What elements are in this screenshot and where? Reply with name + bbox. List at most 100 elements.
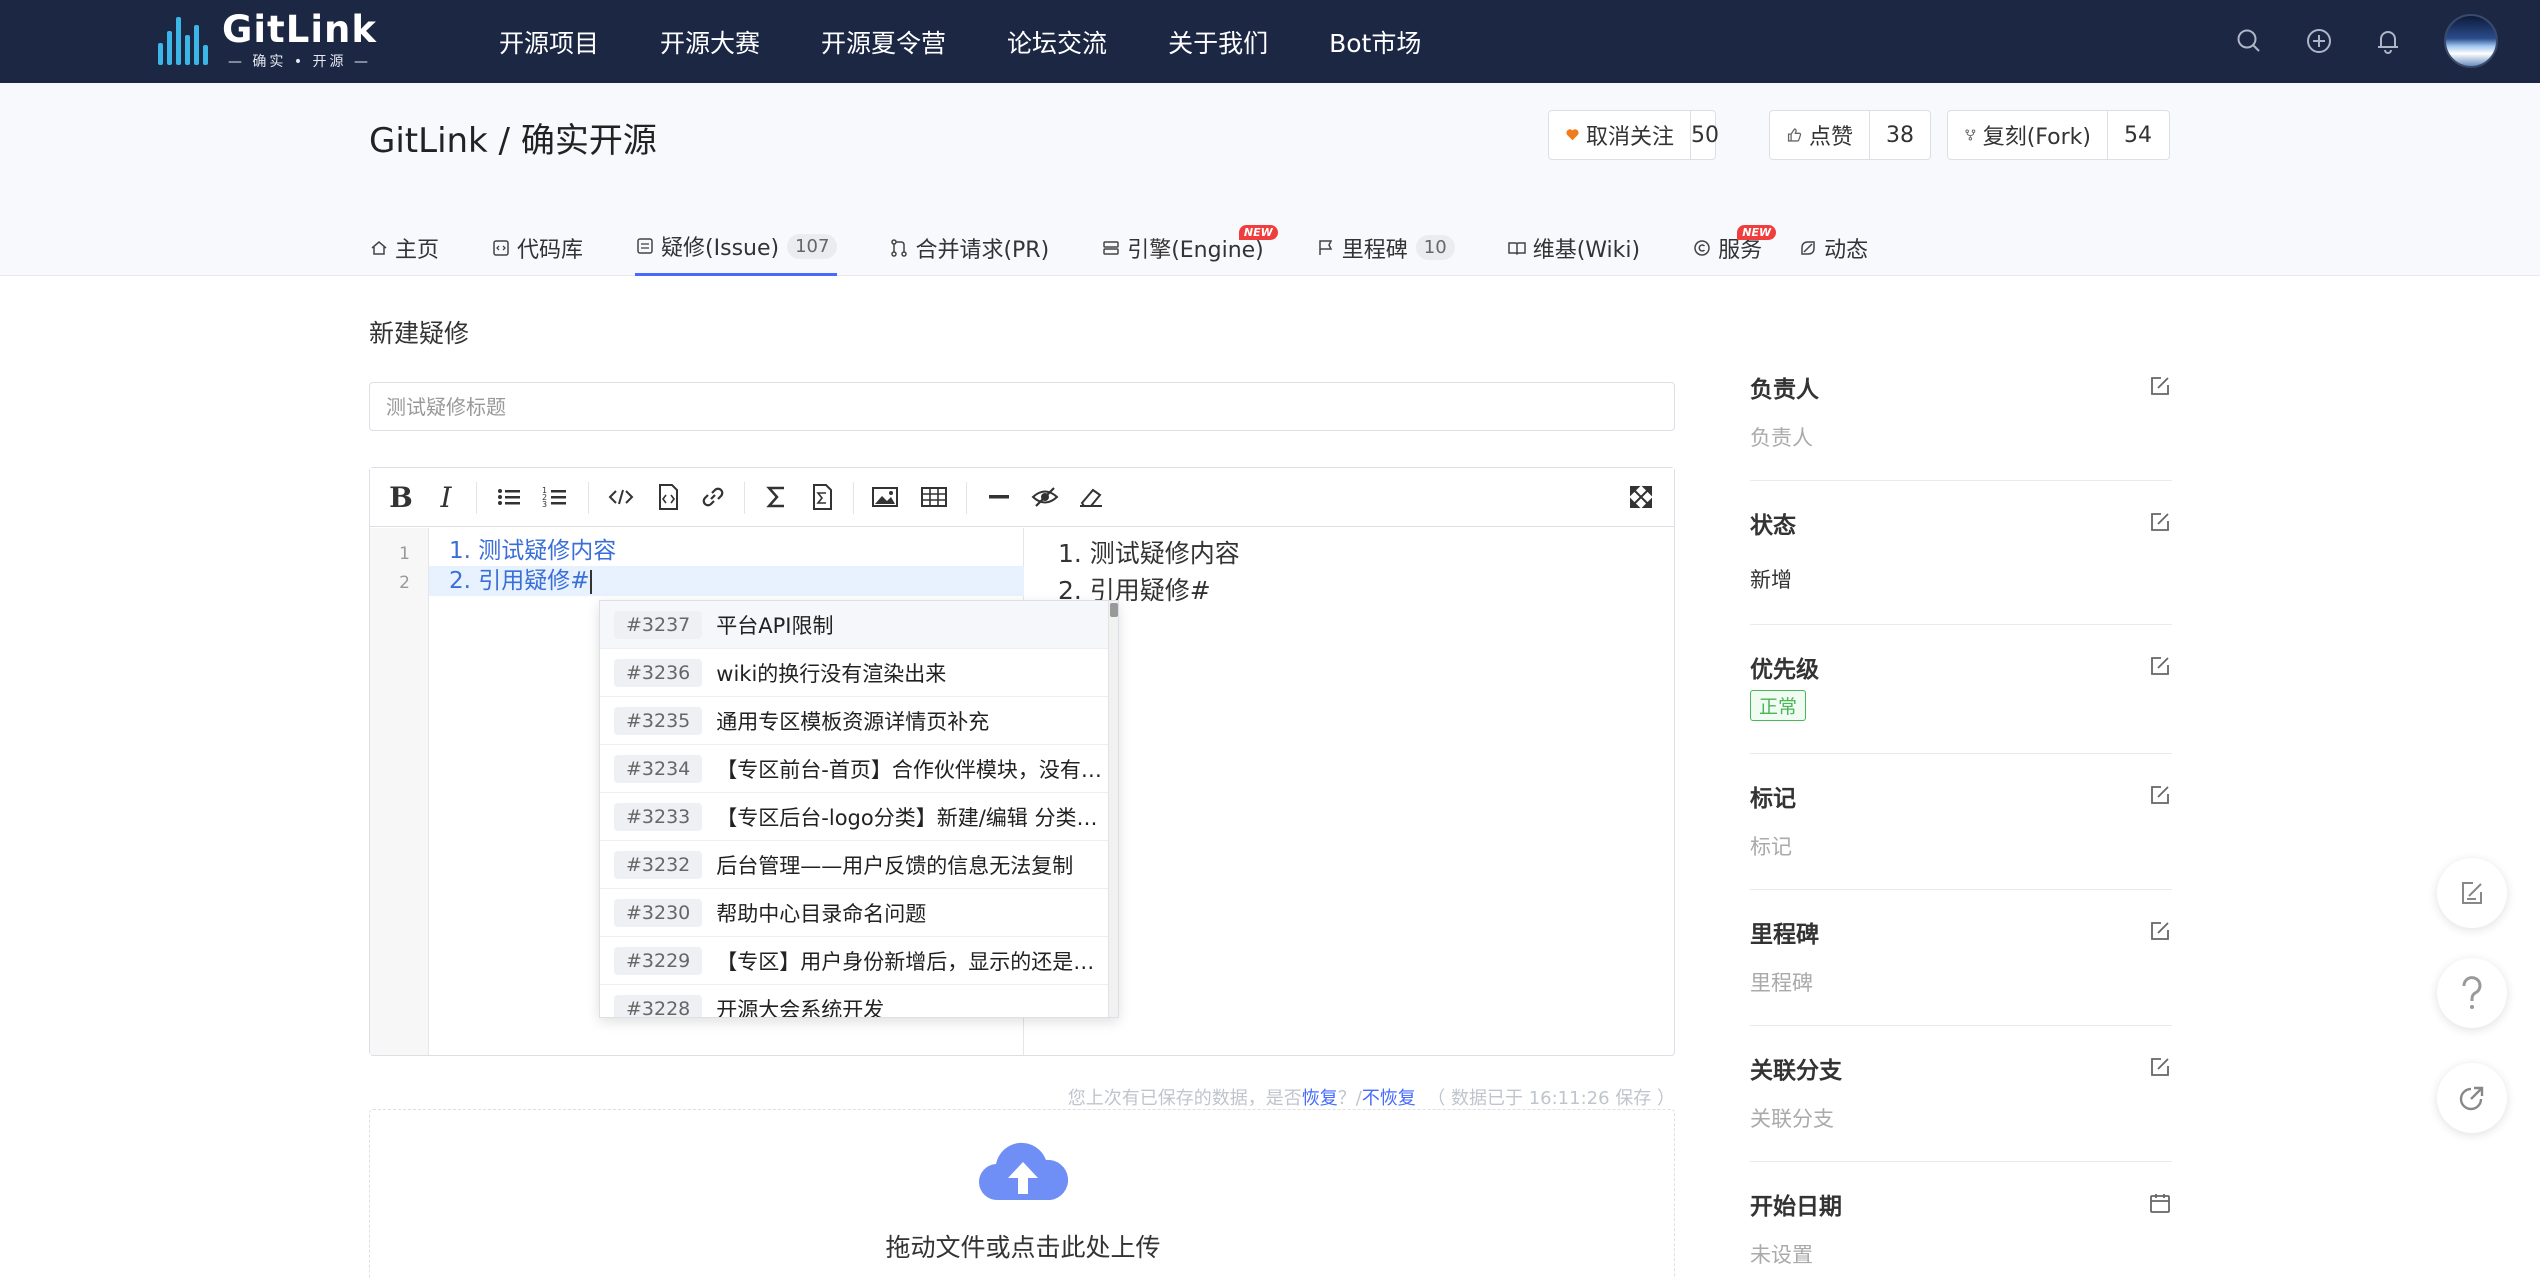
suggestion-item[interactable]: #3236 wiki的换行没有渲染出来 <box>600 649 1110 697</box>
edit-icon[interactable] <box>2148 783 2172 807</box>
suggestion-item[interactable]: #3230 帮助中心目录命名问题 <box>600 889 1110 937</box>
edit-icon[interactable] <box>2148 654 2172 678</box>
issue-title-input[interactable] <box>369 382 1675 431</box>
editor-toolbar: B I 123 <box>370 468 1674 527</box>
heart-icon <box>1566 129 1579 141</box>
tab-label: 疑修(Issue) <box>661 236 780 261</box>
ordered-list-icon[interactable]: 123 <box>540 482 570 512</box>
label-section: 标记 标记 <box>1750 779 2172 890</box>
feedback-icon <box>2462 882 2482 904</box>
suggestion-item[interactable]: #3232 后台管理——用户反馈的信息无法复制 <box>600 841 1110 889</box>
italic-button[interactable]: I <box>431 481 461 514</box>
feedback-button[interactable] <box>2437 858 2507 928</box>
draft-restore-notice: 您上次有已保存的数据，是否恢复？/不恢复 （ 数据已于 16:11:26 保存 … <box>1067 1088 1675 1109</box>
search-icon[interactable] <box>2234 26 2264 56</box>
eraser-icon[interactable] <box>1076 482 1106 512</box>
suggestion-item[interactable]: #3235 通用专区模板资源详情页补充 <box>600 697 1110 745</box>
tab-label: 维基(Wiki) <box>1532 237 1641 263</box>
tab-home[interactable]: 主页 <box>369 219 439 276</box>
thumbs-up-icon <box>1787 128 1802 142</box>
tab-activity[interactable]: 动态 <box>1798 219 1868 276</box>
assignee-label: 负责人 <box>1750 377 1819 403</box>
edit-icon[interactable] <box>2148 1055 2172 1079</box>
edit-icon[interactable] <box>2148 919 2172 943</box>
preview-line: 1. 测试疑修内容 <box>1058 539 1240 568</box>
unwatch-button[interactable]: 取消关注 <box>1549 111 1691 159</box>
calendar-icon[interactable] <box>2148 1191 2172 1215</box>
bell-icon[interactable] <box>2373 26 2403 56</box>
bold-button[interactable]: B <box>386 481 416 514</box>
tab-code[interactable]: 代码库 <box>491 219 583 276</box>
tab-services[interactable]: 服务 NEW <box>1692 219 1777 276</box>
fork-label: 复刻(Fork) <box>1982 125 2091 150</box>
like-count[interactable]: 38 <box>1870 111 1930 159</box>
like-label: 点赞 <box>1808 125 1853 150</box>
start-date-label: 开始日期 <box>1750 1194 1842 1220</box>
like-button[interactable]: 点赞 <box>1770 111 1870 159</box>
page-title: 新建疑修 <box>369 319 470 348</box>
tab-issues[interactable]: 疑修(Issue) 107 <box>635 219 838 276</box>
code-icon <box>493 239 509 256</box>
issue-suggestion-dropdown: #3237 平台API限制 #3236 wiki的换行没有渲染出来 #3235 通用专… <box>599 600 1119 1018</box>
nav-item-bot-market[interactable]: Bot市场 <box>1329 24 1421 60</box>
restore-draft-link[interactable]: 恢复 <box>1302 1088 1338 1109</box>
suggestion-item[interactable]: #3234 【专区前台-首页】合作伙伴模块，没有logo… <box>600 745 1110 793</box>
edit-icon[interactable] <box>2148 374 2172 398</box>
like-group: 点赞 38 <box>1769 110 1931 160</box>
fork-count[interactable]: 54 <box>2108 111 2168 159</box>
link-icon[interactable] <box>698 482 728 512</box>
flag-icon <box>1319 239 1332 255</box>
bullet-list-icon[interactable] <box>494 482 524 512</box>
dropdown-scrollbar[interactable] <box>1108 601 1118 1017</box>
tab-wiki[interactable]: 维基(Wiki) <box>1507 219 1640 276</box>
discard-draft-link[interactable]: 不恢复 <box>1362 1088 1416 1109</box>
branch-value: 关联分支 <box>1750 1107 1834 1131</box>
file-upload-area[interactable]: 拖动文件或点击此处上传 <box>369 1109 1675 1278</box>
new-badge: NEW <box>1238 225 1278 240</box>
code-line[interactable]: 1. 测试疑修内容 <box>429 536 1024 566</box>
code-block-icon[interactable] <box>653 482 683 512</box>
horizontal-rule-icon[interactable] <box>984 482 1014 512</box>
unwatch-label: 取消关注 <box>1585 125 1674 150</box>
help-button[interactable] <box>2437 958 2507 1028</box>
plus-circle-icon[interactable] <box>2304 26 2334 56</box>
hide-preview-icon[interactable] <box>1030 482 1060 512</box>
formula-icon[interactable] <box>762 482 792 512</box>
nav-item-competitions[interactable]: 开源大赛 <box>660 24 760 60</box>
tab-milestones[interactable]: 里程碑 10 <box>1316 219 1455 276</box>
gitlink-logo[interactable]: GitLink — 确实 • 开源 — <box>158 11 377 70</box>
code-line-active[interactable]: 2. 引用疑修# <box>429 566 1024 596</box>
cloud-upload-icon <box>978 1142 1068 1201</box>
tab-count: 10 <box>1415 235 1455 260</box>
activity-icon <box>1801 240 1815 255</box>
watch-count[interactable]: 50 <box>1691 111 1719 159</box>
nav-item-forum[interactable]: 论坛交流 <box>1007 24 1107 60</box>
tab-engine[interactable]: 引擎(Engine) NEW <box>1101 219 1278 276</box>
share-button[interactable] <box>2437 1063 2507 1133</box>
fullscreen-icon[interactable] <box>1626 482 1656 512</box>
nav-item-projects[interactable]: 开源项目 <box>499 24 599 60</box>
suggestion-item[interactable]: #3228 开源大会系统开发 <box>600 985 1110 1017</box>
nav-item-summer-camp[interactable]: 开源夏令营 <box>821 24 946 60</box>
suggestion-item[interactable]: #3237 平台API限制 <box>600 601 1110 649</box>
repo-tabs: 主页 代码库 疑修(Issue) 107 合并请求(PR) 引擎(Engine)… <box>369 219 1868 276</box>
fork-icon <box>1965 129 1976 141</box>
formula-block-icon[interactable] <box>807 482 837 512</box>
toolbar-divider <box>588 482 589 514</box>
edit-icon[interactable] <box>2148 510 2172 534</box>
service-icon <box>1694 239 1710 256</box>
scrollbar-thumb[interactable] <box>1110 603 1118 617</box>
suggestion-item[interactable]: #3229 【专区】用户身份新增后，显示的还是原来… <box>600 937 1110 985</box>
fork-button[interactable]: 复刻(Fork) <box>1948 111 2108 159</box>
tab-pull-requests[interactable]: 合并请求(PR) <box>889 219 1049 276</box>
upload-instruction: 拖动文件或点击此处上传 <box>885 1233 1161 1262</box>
branch-section: 关联分支 关联分支 <box>1750 1051 2172 1162</box>
nav-item-about[interactable]: 关于我们 <box>1168 24 1268 60</box>
table-icon[interactable] <box>919 482 949 512</box>
inline-code-icon[interactable] <box>606 482 636 512</box>
image-icon[interactable] <box>870 482 900 512</box>
user-avatar[interactable] <box>2444 14 2498 68</box>
toolbar-divider <box>853 482 854 514</box>
repo-title[interactable]: GitLink / 确实开源 <box>369 113 657 162</box>
suggestion-item[interactable]: #3233 【专区后台-logo分类】新建/编辑 分类名称… <box>600 793 1110 841</box>
